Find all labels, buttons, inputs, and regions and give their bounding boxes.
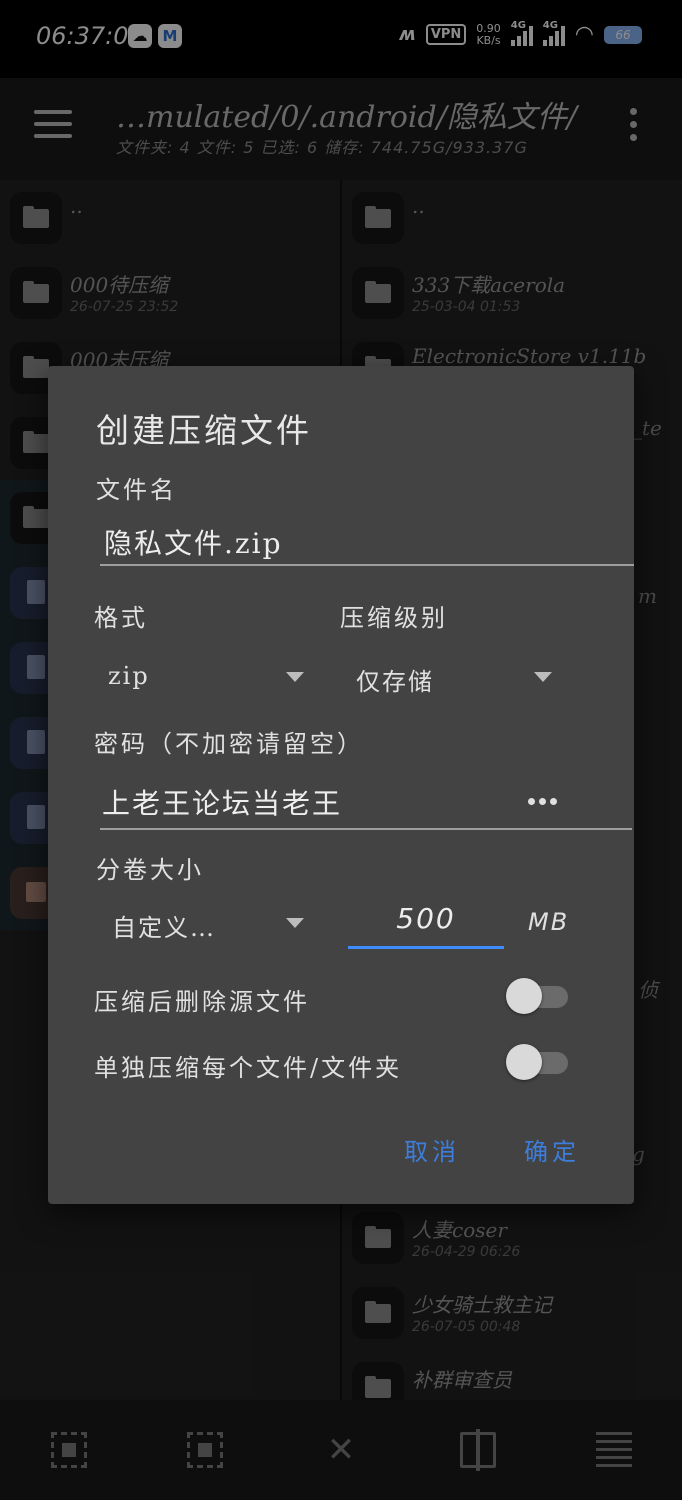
volume-size-label: 分卷大小 bbox=[96, 856, 204, 884]
delete-source-toggle[interactable] bbox=[506, 976, 568, 1016]
create-archive-dialog: 创建压缩文件 文件名 隐私文件.zip 格式 压缩级别 zip 仅存储 密码（不… bbox=[48, 366, 634, 1204]
ok-button[interactable]: 确定 bbox=[524, 1132, 580, 1167]
filename-input[interactable]: 隐私文件.zip bbox=[100, 522, 634, 566]
volume-dropdown-icon[interactable] bbox=[286, 918, 304, 928]
cancel-button[interactable]: 取消 bbox=[404, 1132, 460, 1167]
level-dropdown-icon[interactable] bbox=[534, 672, 552, 682]
filename-label: 文件名 bbox=[96, 476, 177, 504]
separate-archive-label: 单独压缩每个文件/文件夹 bbox=[94, 1054, 403, 1082]
format-select[interactable]: zip bbox=[108, 662, 150, 690]
compression-level-label: 压缩级别 bbox=[340, 604, 448, 632]
password-label: 密码（不加密请留空） bbox=[94, 730, 364, 758]
format-label: 格式 bbox=[94, 604, 148, 632]
show-password-icon[interactable] bbox=[528, 798, 557, 805]
delete-source-label: 压缩后删除源文件 bbox=[94, 988, 310, 1016]
separate-archive-toggle[interactable] bbox=[506, 1042, 568, 1082]
volume-unit: MB bbox=[528, 908, 570, 936]
dialog-title: 创建压缩文件 bbox=[96, 411, 312, 450]
level-select[interactable]: 仅存储 bbox=[356, 662, 434, 697]
password-input[interactable]: 上老王论坛当老王 bbox=[100, 782, 632, 830]
format-dropdown-icon[interactable] bbox=[286, 672, 304, 682]
volume-mode-select[interactable]: 自定义… bbox=[112, 908, 216, 943]
volume-size-input[interactable]: 500 bbox=[348, 902, 504, 949]
